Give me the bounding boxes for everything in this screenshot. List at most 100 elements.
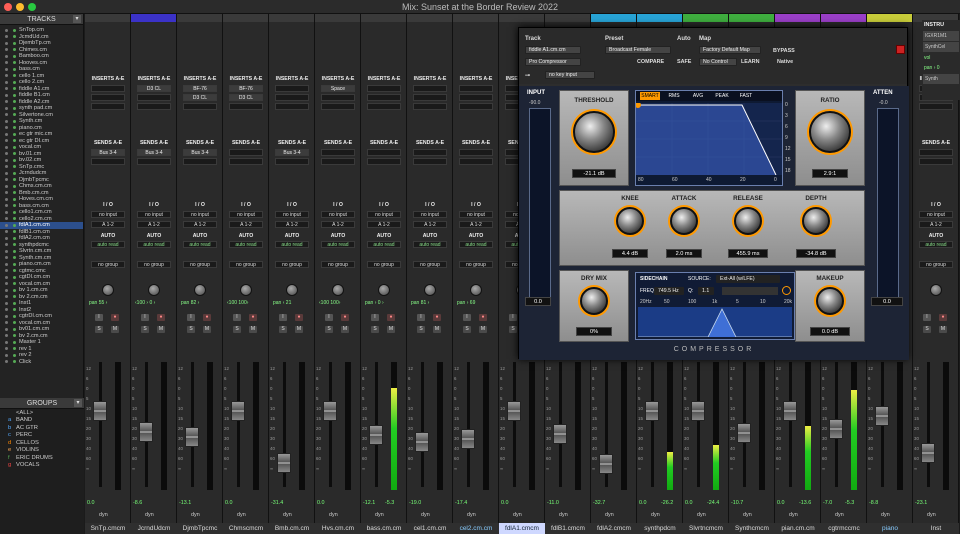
insert-slot[interactable] [91,94,125,101]
record-button[interactable]: ● [939,314,947,321]
track-visibility-icon[interactable] [5,165,8,169]
volume-fader[interactable] [875,406,889,426]
map-selector[interactable]: Factory Default Map [699,46,761,54]
track-visibility-icon[interactable] [5,41,8,45]
automation-mode[interactable]: auto read [137,241,171,248]
minimize-window-button[interactable] [16,3,24,11]
automation-mode[interactable]: auto read [459,241,493,248]
mute-button[interactable]: M [479,326,487,333]
group-list-item[interactable]: c PERC [0,432,84,440]
automation-mode[interactable]: auto read [183,241,217,248]
track-visibility-icon[interactable] [5,158,8,162]
input-monitor-button[interactable]: I [509,314,517,321]
track-visibility-icon[interactable] [5,54,8,58]
track-visibility-icon[interactable] [5,282,8,286]
record-button[interactable]: ● [249,314,257,321]
track-visibility-icon[interactable] [5,132,8,136]
preset-selector[interactable]: Broadcast Female [605,46,671,54]
solo-button[interactable]: S [233,326,241,333]
track-visibility-icon[interactable] [5,119,8,123]
track-visibility-icon[interactable] [5,301,8,305]
record-button[interactable]: ● [111,314,119,321]
insert-slot[interactable]: D3 CL [137,85,171,92]
dyn-label[interactable]: dyn [329,512,338,518]
insert-slot[interactable]: D3 CL [183,94,217,101]
solo-button[interactable]: S [509,326,517,333]
dyn-label[interactable]: dyn [467,512,476,518]
automation-mode[interactable]: auto read [229,241,263,248]
volume-fader[interactable] [783,400,797,421]
track-visibility-icon[interactable] [5,347,8,351]
filter-type-buttons[interactable] [722,287,778,295]
track-name[interactable]: pian.cm.cm [775,523,821,534]
group-list-item[interactable]: e VIOLINS [0,447,84,455]
track-visibility-icon[interactable] [5,243,8,247]
volume-fader[interactable] [691,400,705,421]
dyn-label[interactable]: dyn [927,512,936,518]
track-visibility-icon[interactable] [5,223,8,227]
detector-tab[interactable]: PEAK [712,92,732,100]
mute-button[interactable]: M [295,326,303,333]
compare-button[interactable]: COMPARE [637,59,664,65]
detector-tab[interactable]: FAST [736,92,756,100]
send-slot[interactable]: Bus 3-4 [275,149,309,156]
pan-knob[interactable] [424,284,436,296]
track-visibility-icon[interactable] [5,139,8,143]
group-selector[interactable]: no group [919,261,953,268]
volume-fader[interactable] [645,400,659,421]
dyn-label[interactable]: dyn [421,512,430,518]
automation-mode[interactable]: auto read [919,241,953,248]
detector-tab[interactable]: AVG [688,92,708,100]
track-visibility-icon[interactable] [5,308,8,312]
volume-fader[interactable] [277,453,291,474]
freq-value[interactable]: 749.5 Hz [654,287,684,295]
track-visibility-icon[interactable] [5,67,8,71]
track-name[interactable]: Synthcmcm [729,523,775,534]
track-visibility-icon[interactable] [5,210,8,214]
send-slot[interactable] [459,149,493,156]
output-selector[interactable]: A 1-2 [321,221,355,228]
insert-slot[interactable] [275,85,309,92]
record-button[interactable]: ● [203,314,211,321]
instrument-item-1[interactable]: IGXR1M1 [923,31,959,41]
send-slot[interactable] [229,158,263,165]
dyn-label[interactable]: dyn [237,512,246,518]
group-selector[interactable]: no group [321,261,355,268]
solo-button[interactable]: S [187,326,195,333]
send-slot[interactable] [459,158,493,165]
insert-slot[interactable] [459,94,493,101]
insert-slot[interactable] [413,103,447,110]
input-monitor-button[interactable]: I [325,314,333,321]
send-slot[interactable]: Bus 3-4 [91,149,125,156]
track-name[interactable]: piano [867,523,913,534]
insert-slot[interactable] [275,94,309,101]
insert-slot[interactable] [137,103,171,110]
send-slot[interactable] [367,149,401,156]
dyn-label[interactable]: dyn [605,512,614,518]
record-button[interactable]: ● [341,314,349,321]
output-selector[interactable]: A 1-2 [459,221,493,228]
learn-button[interactable]: LEARN [741,59,760,65]
track-visibility-icon[interactable] [5,353,8,357]
ratio-value[interactable]: 2.9:1 [812,169,848,178]
insert-slot[interactable] [367,94,401,101]
track-visibility-icon[interactable] [5,230,8,234]
track-name[interactable]: JcrndUdcm [131,523,177,534]
group-selector[interactable]: no group [137,261,171,268]
control-selector[interactable]: No Control [699,58,737,66]
pan-knob[interactable] [378,284,390,296]
insert-slot[interactable] [919,103,953,110]
track-name[interactable]: cel1.cm.cm [407,523,453,534]
input-selector[interactable]: no input [919,211,953,218]
track-name[interactable]: cgtrmccmc [821,523,867,534]
automation-mode[interactable]: auto read [413,241,447,248]
group-selector[interactable]: no group [367,261,401,268]
track-name[interactable]: fdlA2.cmcm [591,523,637,534]
output-selector[interactable]: A 1-2 [137,221,171,228]
solo-button[interactable]: S [923,326,931,333]
volume-fader[interactable] [599,454,613,475]
solo-button[interactable]: S [417,326,425,333]
group-list-item[interactable]: f ERIC DRUMS [0,454,84,462]
send-slot[interactable]: Bus 3-4 [183,149,217,156]
input-monitor-button[interactable]: I [233,314,241,321]
